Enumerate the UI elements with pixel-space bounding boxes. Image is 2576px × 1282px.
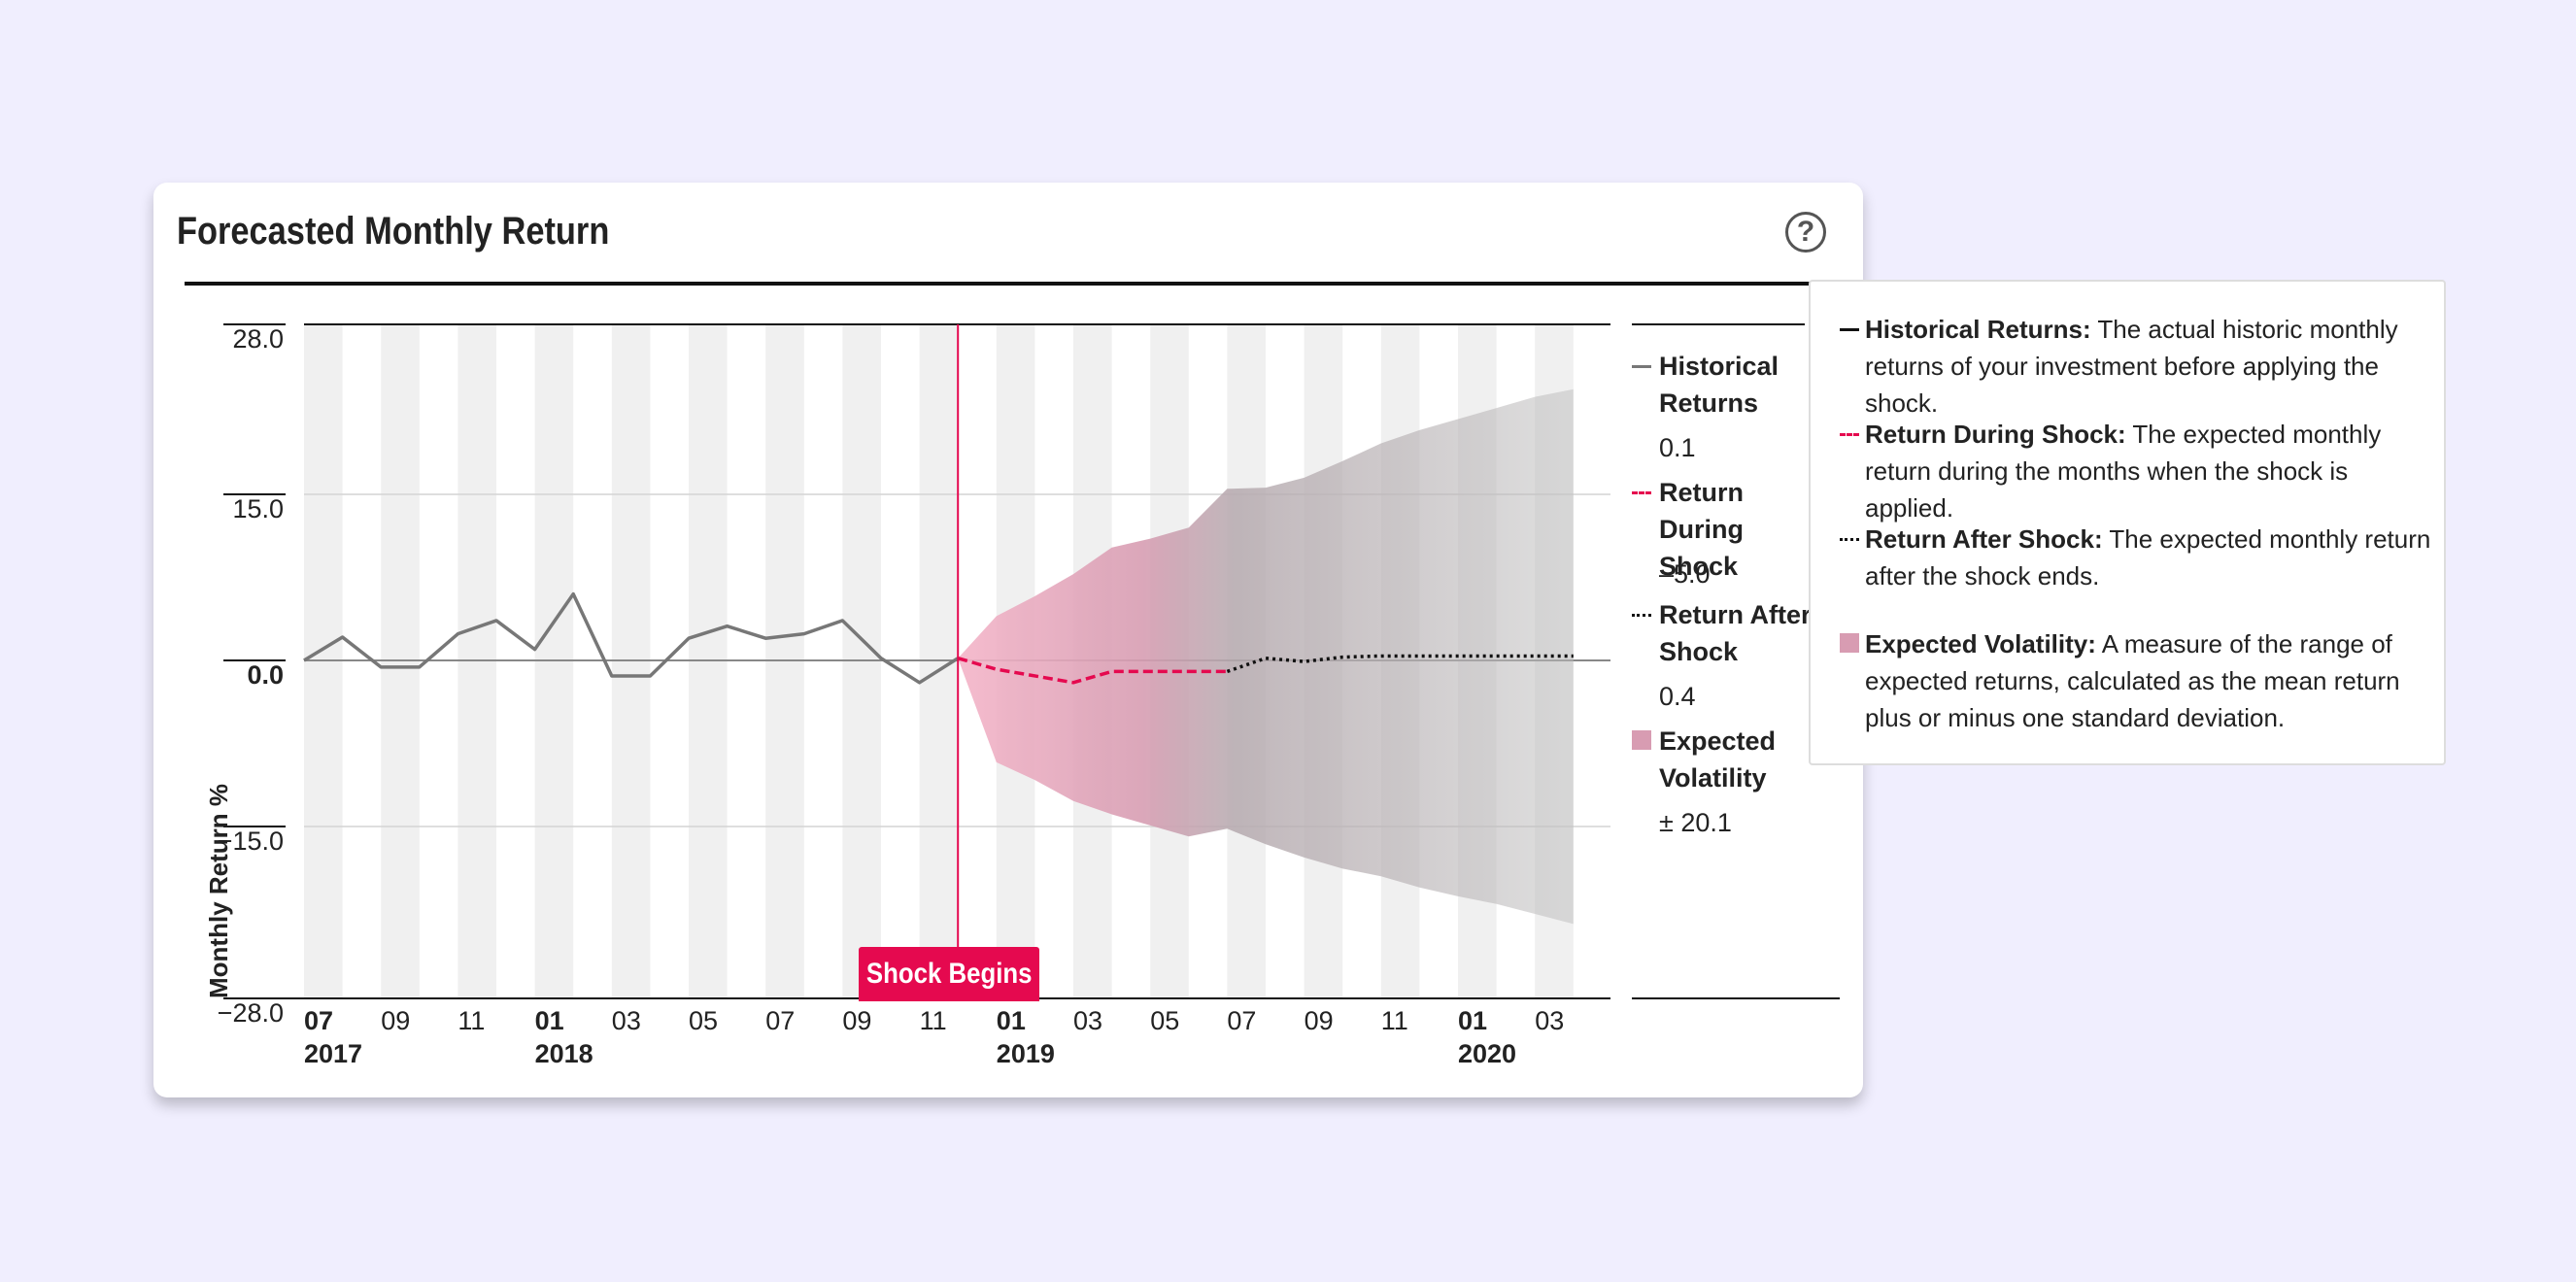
x-tick-label: 03 (1073, 1006, 1102, 1035)
y-tick-label: 15.0 (232, 494, 284, 523)
x-tick-label: 07 (765, 1006, 795, 1035)
x-tick-label: 09 (1305, 1006, 1334, 1035)
legend-label: Expected Volatility (1659, 726, 1777, 793)
y-tick-label: 0.0 (247, 660, 284, 690)
x-tick-label: 01 (997, 1006, 1026, 1035)
x-tick-label: 03 (612, 1006, 641, 1035)
legend-swatch (1632, 614, 1651, 617)
y-axis-title: Monthly Return % (204, 784, 233, 998)
tooltip-term: Return During Shock: (1865, 420, 2126, 449)
x-tick-label: 01 (535, 1006, 564, 1035)
x-tick-year: 2017 (304, 1039, 362, 1068)
x-tick-label: 11 (458, 1006, 485, 1035)
tooltip-term: Return After Shock: (1865, 524, 2103, 554)
tooltip-swatch (1840, 633, 1859, 653)
legend-value: –5.0 (1659, 559, 1711, 589)
tooltip-entry: Return During Shock: The expected monthl… (1865, 416, 2438, 526)
legend-value: 0.1 (1659, 433, 1696, 462)
tooltip-entry: Historical Returns: The actual historic … (1865, 311, 2438, 422)
x-tick-label: 09 (842, 1006, 871, 1035)
shock-begins-label: Shock Begins (859, 947, 1039, 1001)
help-tooltip: Historical Returns: The actual historic … (1809, 280, 2446, 765)
legend-label: Historical Returns (1659, 352, 1779, 418)
x-tick-year: 2019 (997, 1039, 1055, 1068)
legend-swatch (1632, 491, 1651, 494)
x-tick-label: 11 (920, 1006, 947, 1035)
x-tick-label: 11 (1381, 1006, 1408, 1035)
x-tick-label: 05 (1150, 1006, 1179, 1035)
x-tick-label: 01 (1458, 1006, 1487, 1035)
x-tick-label: 09 (381, 1006, 410, 1035)
x-tick-label: 05 (689, 1006, 718, 1035)
x-tick-label: 07 (304, 1006, 333, 1035)
legend-value: 0.4 (1659, 682, 1696, 711)
x-tick-label: 03 (1535, 1006, 1564, 1035)
x-tick-year: 2018 (535, 1039, 593, 1068)
y-tick-label: 28.0 (232, 324, 284, 354)
x-tick-label: 07 (1227, 1006, 1256, 1035)
tooltip-entry: Expected Volatility: A measure of the ra… (1865, 625, 2438, 736)
tooltip-term: Historical Returns: (1865, 315, 2091, 344)
y-tick-label: −28.0 (218, 998, 284, 1028)
tooltip-entry: Return After Shock: The expected monthly… (1865, 521, 2438, 594)
legend-swatch (1632, 730, 1651, 750)
x-tick-year: 2020 (1458, 1039, 1516, 1068)
tooltip-swatch (1840, 538, 1859, 541)
tooltip-swatch (1840, 433, 1859, 436)
tooltip-swatch (1840, 328, 1859, 331)
legend-swatch (1632, 365, 1651, 368)
tooltip-term: Expected Volatility: (1865, 629, 2096, 658)
chart-card: Forecasted Monthly Return ? 28.0 15.0 0.0−… (153, 183, 1863, 1097)
legend-label: Return After Shock (1659, 600, 1812, 666)
legend-value: ± 20.1 (1659, 808, 1732, 837)
